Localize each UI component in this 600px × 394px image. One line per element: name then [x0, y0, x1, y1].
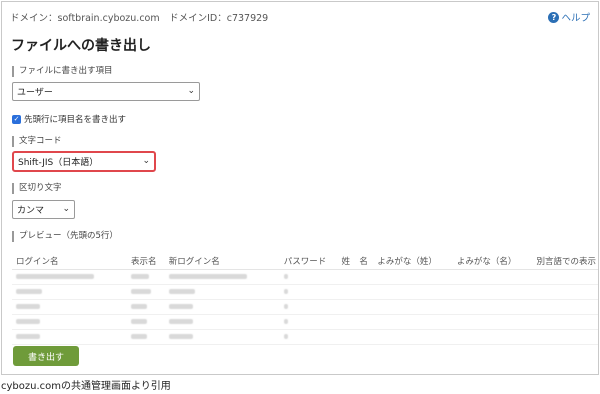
- export-item-value: ユーザー: [17, 88, 53, 98]
- export-panel: ドメイン：softbrain.cybozu.com ドメインID：c737929…: [1, 1, 599, 375]
- blurred-cell: [16, 303, 40, 309]
- help-link[interactable]: ? ヘルプ: [548, 10, 590, 24]
- blurred-cell: [16, 318, 40, 324]
- encoding-value: Shift-JIS（日本語）: [18, 158, 99, 168]
- blurred-cell: [130, 333, 147, 339]
- col-kana-last: よみがな（姓）: [373, 253, 453, 270]
- domain-info: ドメイン：softbrain.cybozu.com ドメインID：c737929: [10, 13, 269, 24]
- checkbox-checked-icon[interactable]: ✓: [12, 114, 21, 124]
- export-item-select[interactable]: ユーザー ⌄: [12, 82, 200, 101]
- table-row: [12, 299, 598, 315]
- blurred-cell: [283, 303, 288, 309]
- delimiter-label: 区切り文字: [12, 183, 62, 194]
- blurred-cell: [130, 288, 151, 294]
- table-row: [12, 269, 598, 285]
- blurred-cell: [168, 303, 193, 309]
- blurred-cell: [16, 288, 42, 294]
- delimiter-select[interactable]: カンマ ⌄: [12, 200, 75, 219]
- blurred-cell: [168, 273, 247, 279]
- top-bar: ドメイン：softbrain.cybozu.com ドメインID：c737929…: [10, 10, 590, 24]
- blurred-cell: [16, 333, 40, 339]
- col-first-name: 名: [355, 253, 374, 270]
- chevron-down-icon: ⌄: [62, 204, 70, 214]
- blurred-cell: [283, 288, 288, 294]
- blurred-cell: [130, 303, 147, 309]
- blurred-cell: [283, 333, 288, 339]
- page-title: ファイルへの書き出し: [11, 38, 151, 54]
- col-last-name: 姓: [337, 253, 356, 270]
- col-kana-first: よみがな（名）: [452, 253, 533, 270]
- preview-label: プレビュー（先頭の5行）: [12, 231, 118, 242]
- blurred-cell: [168, 333, 193, 339]
- export-button[interactable]: 書き出す: [13, 346, 79, 366]
- encoding-label: 文字コード: [12, 136, 62, 147]
- table-row: [12, 284, 598, 300]
- blurred-cell: [168, 318, 193, 324]
- encoding-select[interactable]: Shift-JIS（日本語） ⌄: [12, 151, 156, 172]
- table-row: [12, 329, 598, 345]
- table-row: [12, 314, 598, 330]
- help-label: ヘルプ: [561, 13, 590, 24]
- blurred-cell: [130, 273, 149, 279]
- col-password: パスワード: [279, 253, 338, 270]
- question-icon: ?: [548, 11, 560, 23]
- blurred-cell: [283, 318, 288, 324]
- col-login-name: ログイン名: [12, 253, 127, 270]
- blurred-cell: [168, 288, 195, 294]
- blurred-cell: [283, 273, 288, 279]
- col-display-name: 表示名: [126, 253, 165, 270]
- chevron-down-icon: ⌄: [187, 86, 195, 96]
- blurred-cell: [130, 318, 147, 324]
- preview-table: ログイン名 表示名 新ログイン名 パスワード 姓 名 よみがな（姓） よみがな（…: [12, 253, 598, 345]
- header-row-label: 先頭行に項目名を書き出す: [24, 115, 127, 125]
- header-row-option[interactable]: ✓ 先頭行に項目名を書き出す: [12, 113, 126, 125]
- delimiter-value: カンマ: [17, 206, 45, 216]
- chevron-down-icon: ⌄: [142, 156, 150, 166]
- blurred-cell: [16, 273, 94, 279]
- col-alt-language: 別言語での表示: [532, 253, 598, 270]
- export-item-label: ファイルに書き出す項目: [12, 66, 113, 77]
- col-new-login-name: 新ログイン名: [164, 253, 280, 270]
- preview-header-row: ログイン名 表示名 新ログイン名 パスワード 姓 名 よみがな（姓） よみがな（…: [12, 253, 598, 270]
- source-caption: cybozu.comの共通管理画面より引用: [1, 381, 171, 392]
